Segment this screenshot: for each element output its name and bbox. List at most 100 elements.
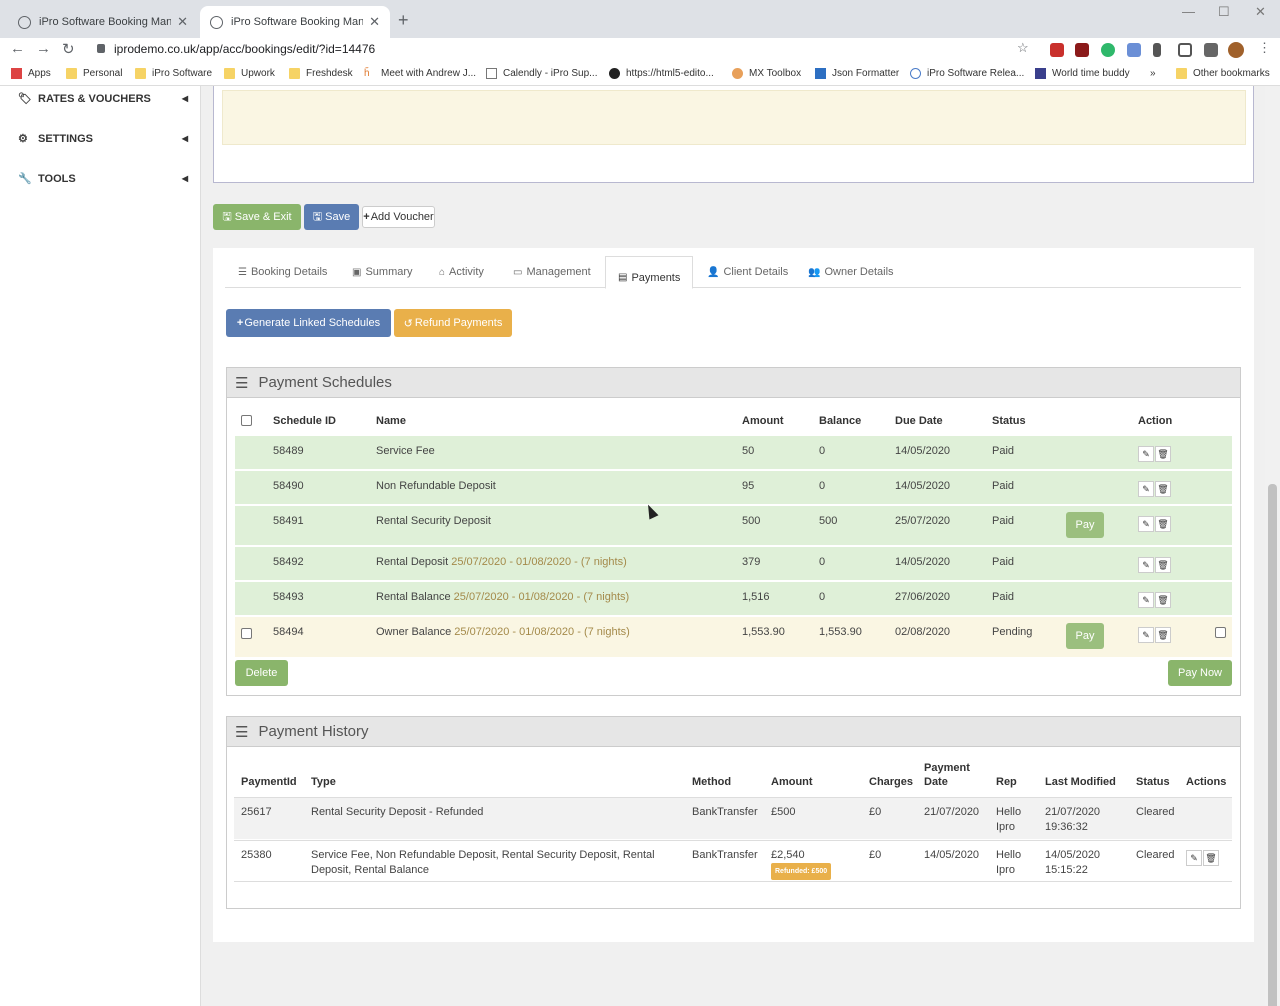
tab-activity[interactable]: ⌂ Activity	[439, 266, 484, 278]
bookmark[interactable]: iPro Software	[135, 68, 212, 79]
edit-icon[interactable]: ✎	[1138, 516, 1154, 532]
column-header: Date	[924, 776, 948, 788]
forward-icon[interactable]: →	[36, 40, 51, 57]
bookmark[interactable]: https://html5-edito...	[609, 68, 714, 79]
globe-icon	[18, 15, 31, 29]
panel-header: ☰ Payment Schedules	[227, 368, 1240, 398]
calendly-icon	[486, 68, 497, 79]
reload-icon[interactable]: ↻	[62, 40, 75, 58]
column-header: Actions	[1186, 776, 1227, 788]
bookmark[interactable]: Personal	[66, 68, 122, 79]
column-header: Schedule ID	[273, 415, 336, 427]
trash-icon[interactable]: 🗑	[1155, 592, 1171, 608]
bookmark-other[interactable]: Other bookmarks	[1176, 68, 1270, 79]
refund-payments-button[interactable]: ↺ Refund Payments	[394, 309, 512, 337]
edit-icon[interactable]: ✎	[1138, 592, 1154, 608]
puzzle-icon[interactable]	[1204, 43, 1218, 57]
trash-icon[interactable]: 🗑	[1155, 516, 1171, 532]
tab-client-details[interactable]: 👤 Client Details	[707, 266, 788, 278]
extension-icon[interactable]	[1050, 43, 1064, 57]
sidebar-item-settings[interactable]: ⚙ SETTINGS ◀	[18, 132, 188, 146]
tab-title: iPro Software Booking Managem	[39, 16, 172, 28]
pay-button[interactable]: Pay	[1066, 623, 1104, 649]
extension-icon[interactable]	[1075, 43, 1089, 57]
plus-icon: +	[363, 211, 370, 223]
browser-tab[interactable]: iPro Software Booking Managem ✕	[8, 6, 198, 38]
history-row: 25380 Service Fee, Non Refundable Deposi…	[234, 840, 1232, 882]
trash-icon[interactable]: 🗑	[1155, 481, 1171, 497]
kebab-menu-icon[interactable]: ⋮	[1258, 40, 1271, 56]
tab-management[interactable]: ▭ Management	[513, 266, 591, 278]
extension-icon[interactable]	[1127, 43, 1141, 57]
sidebar-item-tools[interactable]: 🔧 TOOLS ◀	[18, 172, 188, 186]
booking-card: ☰ Booking Details ▣ Summary ⌂ Activity ▭ Man…	[213, 248, 1254, 942]
payment-status: Cleared	[1136, 806, 1175, 818]
close-icon[interactable]: ✕	[177, 14, 188, 30]
amount: 50	[742, 445, 755, 457]
trash-icon[interactable]: 🗑	[1155, 446, 1171, 462]
row-checkbox[interactable]	[241, 628, 252, 639]
bookmark[interactable]: World time buddy	[1035, 68, 1130, 79]
new-tab-icon[interactable]: +	[398, 10, 409, 31]
tab-booking-details[interactable]: ☰ Booking Details	[238, 266, 327, 278]
bookmark[interactable]: iPro Software Relea...	[910, 68, 1024, 79]
avatar[interactable]	[1228, 42, 1244, 58]
column-header: Balance	[819, 415, 862, 427]
extension-icon[interactable]	[1101, 43, 1115, 57]
save-exit-button[interactable]: 🖫 Save & Exit	[213, 204, 301, 230]
sidebar-item-rates-vouchers[interactable]: 🏷 RATES & VOUCHERS ◀	[18, 92, 188, 106]
column-header: Action	[1138, 415, 1173, 427]
edit-icon[interactable]: ✎	[1138, 627, 1154, 643]
tab-owner-details[interactable]: 👥 Owner Details	[808, 266, 894, 278]
back-icon[interactable]: ←	[10, 40, 25, 57]
trash-icon[interactable]: 🗑	[1203, 850, 1219, 866]
scrollbar-thumb[interactable]	[1268, 484, 1277, 1006]
maximize-icon[interactable]: ☐	[1218, 4, 1230, 20]
tab-summary[interactable]: ▣ Summary	[352, 266, 413, 278]
pay-now-checkbox[interactable]	[1215, 627, 1226, 638]
date-range: 25/07/2020 - 01/08/2020 - (7 nights)	[451, 556, 627, 568]
bookmark[interactable]: MX Toolbox	[732, 68, 801, 79]
bookmarks-overflow[interactable]: »	[1150, 68, 1156, 79]
edit-icon[interactable]: ✎	[1138, 446, 1154, 462]
column-header: PaymentId	[241, 776, 297, 788]
payment-rep: Hello Ipro	[996, 849, 1022, 876]
minimize-icon[interactable]: —	[1182, 4, 1195, 19]
add-voucher-button[interactable]: + Add Voucher	[362, 206, 435, 228]
bookmark[interactable]: Upwork	[224, 68, 275, 79]
edit-icon[interactable]: ✎	[1138, 557, 1154, 573]
save-button[interactable]: 🖫 Save	[304, 204, 359, 230]
close-icon[interactable]: ✕	[369, 14, 380, 30]
trash-icon[interactable]: 🗑	[1155, 557, 1171, 573]
column-header: Amount	[771, 776, 813, 788]
edit-icon[interactable]: ✎	[1186, 850, 1202, 866]
extension-icon[interactable]	[1153, 43, 1161, 57]
page-scrollbar[interactable]	[1265, 86, 1280, 1006]
window-close-icon[interactable]: ✕	[1255, 4, 1266, 20]
browser-tab-active[interactable]: iPro Software Booking Managem ✕	[200, 6, 390, 38]
due-date: 14/05/2020	[895, 480, 951, 492]
edit-icon[interactable]: ✎	[1138, 481, 1154, 497]
trash-icon[interactable]: 🗑	[1155, 627, 1171, 643]
schedule-id: 58493	[273, 591, 304, 603]
delete-button[interactable]: Delete	[235, 660, 288, 686]
bookmark[interactable]: Calendly - iPro Sup...	[486, 68, 598, 79]
pay-now-button[interactable]: Pay Now	[1168, 660, 1232, 686]
pay-button[interactable]: Pay	[1066, 512, 1104, 538]
schedule-id: 58494	[273, 626, 304, 638]
tab-payments[interactable]: ▤ Payments	[605, 256, 694, 289]
tag-icon: 🏷	[18, 93, 32, 105]
bookmark-apps[interactable]: Apps	[11, 68, 51, 79]
extension-icon[interactable]	[1178, 43, 1192, 57]
bookmark[interactable]: Freshdesk	[289, 68, 353, 79]
booking-tabs: ☰ Booking Details ▣ Summary ⌂ Activity ▭ Man…	[225, 248, 1241, 289]
generate-linked-schedules-button[interactable]: + Generate Linked Schedules	[226, 309, 391, 337]
notes-area[interactable]	[222, 90, 1246, 145]
schedule-id: 58490	[273, 480, 304, 492]
bookmark[interactable]: ȟ Meet with Andrew J...	[364, 68, 476, 79]
select-all-checkbox[interactable]	[241, 415, 252, 426]
hamburger-icon: ☰	[235, 374, 249, 392]
star-icon[interactable]: ☆	[1017, 40, 1029, 56]
bookmark[interactable]: Json Formatter	[815, 68, 899, 79]
url-field[interactable]: iprodemo.co.uk/app/acc/bookings/edit/?id…	[114, 42, 375, 56]
